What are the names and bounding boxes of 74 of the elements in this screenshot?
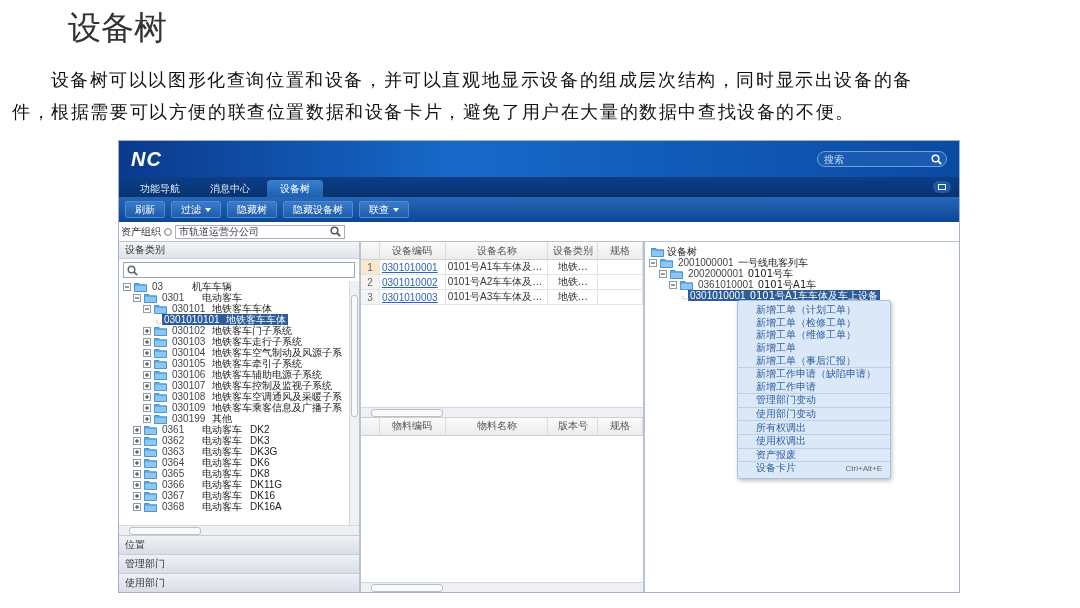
menu-item[interactable]: 使用权调出 [738,434,890,448]
menu-item[interactable]: 新增工单 [738,341,890,355]
toolbar-button[interactable]: 刷新 [125,201,165,218]
tree-item[interactable]: 030103 地铁客车走行子系统 [170,336,304,347]
tree-item[interactable]: 030106 地铁客车辅助电源子系统 [170,369,324,380]
tab[interactable]: 消息中心 [197,180,263,197]
menu-item[interactable]: 新增工单（事后汇报） [738,354,890,367]
tab[interactable]: 设备树 [267,180,323,197]
link[interactable]: 0301010002 [382,276,438,288]
search-field[interactable]: 搜索 [817,151,947,167]
tree-item[interactable]: 0368 电动客车 DK16A [160,501,284,512]
table-cell: 地铁… [547,259,598,275]
field-label: 资产组织 [121,224,161,239]
organization-field[interactable]: 市轨道运营分公司 [175,224,345,239]
tree-item[interactable]: 030104 地铁客车空气制动及风源子系 [170,347,344,358]
table-cell: 地铁… [547,289,598,305]
column-header[interactable]: 物料名称 [445,417,548,435]
column-header[interactable]: 规格 [597,242,643,260]
accordion-section[interactable]: 管理部门 [119,554,359,573]
tree-item[interactable]: 2002000001 0101号车 [686,268,796,279]
column-header[interactable]: 版本号 [547,417,598,435]
menu-item[interactable]: 新增工单（计划工单） [738,304,890,317]
shortcut-label: Ctrl+Alt+E [845,463,882,473]
menu-item[interactable]: 新增工单（检修工单） [738,316,890,330]
tree-item[interactable]: 030199 其他 [170,413,234,424]
accordion-section[interactable]: 使用部门 [119,573,359,592]
tree-item[interactable]: 0367 电动客车 DK16 [160,490,277,501]
tree-item[interactable]: 0364 电动客车 DK6 [160,457,272,468]
tree-item[interactable]: 030105 地铁客车牵引子系统 [170,358,304,369]
menu-item[interactable]: 新增工作申请 [738,380,890,394]
table-cell: 0101号A2车车体及… [445,274,548,290]
column-header[interactable]: 设备名称 [445,242,548,260]
tab[interactable]: 功能导航 [127,180,193,197]
tree-item[interactable]: 03 机车车辆 [150,281,234,292]
tree-item[interactable]: 0361 电动客车 DK2 [160,424,272,435]
column-header[interactable]: 设备编码 [379,242,446,260]
panel-header: 设备类别 [119,242,359,259]
menu-item[interactable]: 设备卡片 Ctrl+Alt+E [738,462,890,475]
toolbar-button[interactable]: 隐藏树 [227,201,277,218]
toolbar-button[interactable]: 联查 [359,201,409,218]
link[interactable]: 0301010003 [382,291,438,303]
menu-item[interactable]: 使用部门变动 [738,407,890,421]
table-cell: 0101号A3车车体及… [445,289,548,305]
column-header[interactable]: 设备类别 [547,242,598,260]
tree-item[interactable]: 030109 地铁客车乘客信息及广播子系 [170,402,344,413]
tree-item[interactable]: 030102 地铁客车门子系统 [170,325,294,336]
tree-item[interactable]: 030107 地铁客车控制及监视子系统 [170,380,334,391]
page-heading: 设备树 [68,8,168,48]
menu-item[interactable]: 所有权调出 [738,421,890,434]
toolbar-button[interactable]: 过滤 [171,201,221,218]
toolbar-button[interactable]: 隐藏设备树 [283,201,353,218]
table-cell: 0101号A1车车体及… [445,259,548,275]
column-header[interactable]: 物料编码 [379,417,446,435]
link[interactable]: 0301010001 [382,261,438,273]
menu-item[interactable]: 新增工单（维修工单） [738,329,890,342]
menu-item[interactable]: 管理部门变动 [738,394,890,407]
column-header[interactable]: 规格 [597,417,643,435]
tree-item[interactable]: 0301 电动客车 [160,292,244,303]
tree-item[interactable]: 0301010101 地铁客车车体 [162,314,288,325]
menu-item[interactable]: 资产报废 [738,448,890,462]
tree-item[interactable]: 0362 电动客车 DK3 [160,435,272,446]
tree-item[interactable]: 0366 电动客车 DK11G [160,479,285,490]
tree-item[interactable]: 2001000001 一号线电客列车 [676,257,810,268]
tree-item[interactable]: 030108 地铁客车空调通风及采暖子系 [170,391,344,402]
tree-item[interactable]: 0361010001 0101号A1车 [696,279,819,290]
tree-item[interactable]: 0363 电动客车 DK3G [160,446,280,457]
tree-item[interactable]: 030101 地铁客车车体 [170,303,274,314]
tree-item[interactable]: 0365 电动客车 DK8 [160,468,272,479]
logo: NC [131,147,162,171]
tree-item[interactable]: 设备树 [667,246,697,257]
accordion-section[interactable]: 位置 [119,535,359,554]
menu-item[interactable]: 新增工作申请（缺陷申请） [738,367,890,381]
article-paragraph: 设备树可以以图形化查询位置和设备，并可以直观地显示设备的组成层次结构，同时显示出设备的备件，根据需要可以方便的联查位置数据和设备卡片，避免了用户在大量的数据中查找设备的不便。 [12,69,914,124]
table-cell: 地铁… [547,274,598,290]
